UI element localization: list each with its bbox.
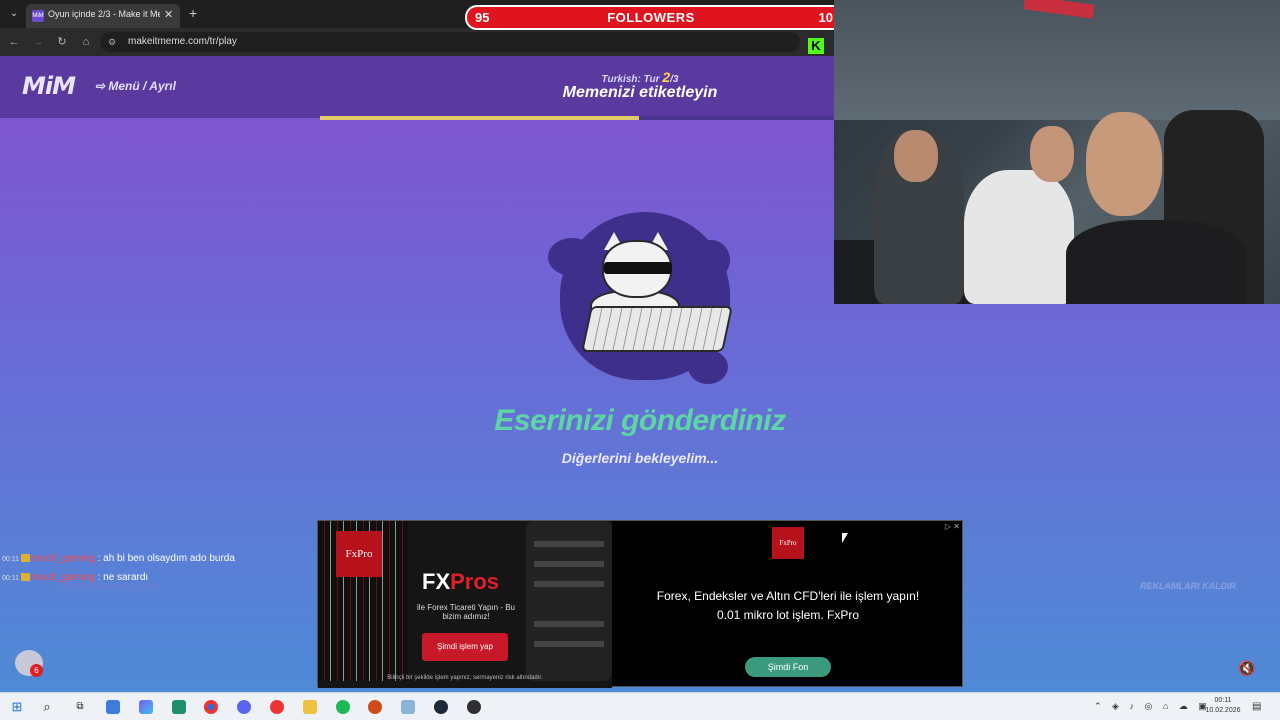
ad-headline-white: FX	[422, 569, 451, 594]
sunglasses-icon	[604, 262, 672, 274]
browser-address-bar: ← → ↻ ⌂ ⚙ makeitmeme.com/tr/play	[0, 28, 834, 56]
chat-badge-icon	[21, 573, 30, 582]
followers-goal: 10	[818, 10, 833, 25]
ad-trade-button[interactable]: Şimdi işlem yap	[422, 633, 508, 661]
notification-icon[interactable]: ▤	[1252, 701, 1261, 712]
ad-close-icon[interactable]: ▷ ✕	[945, 522, 960, 531]
chrome-icon[interactable]	[204, 700, 218, 714]
keyboard-icon	[581, 306, 733, 352]
discord-icon[interactable]	[237, 700, 251, 714]
reload-icon[interactable]: ↻	[54, 34, 70, 50]
steam-icon[interactable]	[434, 700, 448, 714]
store-icon[interactable]	[172, 700, 186, 714]
ad-phone-row	[534, 561, 604, 567]
ad-body-line: 0.01 mikro lot işlem. FxPro	[716, 608, 860, 622]
mim-logo[interactable]: MiM	[22, 72, 76, 100]
ad-fund-button[interactable]: Şimdi Fon	[745, 657, 831, 677]
clock-time: 00:11	[1214, 697, 1232, 704]
system-tray[interactable]: ⌃ ◈ ♪ ◎ ⌂ ☁ ▣	[1094, 701, 1211, 712]
ad-headline-red: Pros	[450, 569, 500, 594]
clock-date: 10.02.2026	[1205, 707, 1241, 714]
round-indicator: Turkish: Tur 2/3	[540, 69, 740, 85]
followers-current: 95	[475, 10, 490, 25]
ad-phone-row	[534, 581, 604, 587]
new-tab-icon[interactable]: +	[189, 5, 197, 21]
chat-time: 00:11	[2, 556, 19, 563]
task-view-icon[interactable]: ⧉	[73, 700, 87, 714]
obs-icon[interactable]	[467, 700, 481, 714]
ad-left-panel[interactable]: FxPro FXPros ile Forex Ticareti Yapın - …	[318, 521, 612, 688]
mouse-cursor-icon	[842, 533, 848, 543]
copilot-icon[interactable]	[139, 700, 153, 714]
taskbar-clock[interactable]: 00:11 10.02.2026	[1200, 696, 1246, 716]
remove-ads-link-left[interactable]: REKLAMLARI KALDIR	[62, 582, 158, 592]
paw-toe	[548, 238, 596, 276]
record-icon[interactable]	[270, 700, 284, 714]
fxpro-logo: FxPro	[336, 531, 382, 577]
unread-badge: 6	[30, 664, 43, 677]
spotify-icon[interactable]	[336, 700, 350, 714]
paw-toe	[688, 350, 728, 384]
followers-title: FOLLOWERS	[607, 10, 695, 25]
advertisement[interactable]: FxPro FXPros ile Forex Ticareti Yapın - …	[317, 520, 963, 688]
url-text: makeitmeme.com/tr/play	[128, 36, 237, 47]
ad-subline: ile Forex Ticareti Yapın - Bu bizim adım…	[417, 603, 515, 621]
phase-title: Memenizi etiketleyin	[562, 84, 718, 101]
round-progress-fill	[320, 116, 639, 120]
ad-phone-row	[534, 541, 604, 547]
ad-phone-row	[534, 621, 604, 627]
webcam-overlay	[834, 0, 1280, 304]
tab-favicon-icon: MiM	[32, 10, 44, 22]
widgets-icon[interactable]	[106, 700, 120, 714]
mute-icon[interactable]: 🔇	[1238, 660, 1255, 677]
submitted-title: Eserinizi gönderdiniz	[494, 404, 786, 437]
tab-title: Oyun içinde 2/3 - Make it Meme	[48, 9, 160, 19]
windows-start-icon[interactable]: ⊞	[10, 700, 24, 714]
browser-tab[interactable]: MiM Oyun içinde 2/3 - Make it Meme ✕	[26, 4, 180, 28]
chat-time: 00:11	[2, 575, 19, 582]
chat-badge-icon	[21, 554, 30, 563]
menu-leave-link[interactable]: ⇨ Menü / Ayrıl	[95, 79, 176, 93]
tab-close-icon[interactable]: ✕	[164, 8, 173, 21]
webcam-person	[1066, 220, 1246, 304]
paw-toe	[692, 240, 730, 280]
followers-goal-bar: FOLLOWERS 95 10	[465, 5, 835, 30]
waiting-subtitle: Diğerlerini bekleyelim...	[561, 450, 719, 466]
ad-headline: FXPros	[422, 569, 499, 595]
app2-icon[interactable]	[401, 700, 415, 714]
site-info-icon[interactable]: ⚙	[108, 36, 120, 48]
home-icon[interactable]: ⌂	[78, 34, 94, 50]
ad-body-line: Forex, Endeksler ve Altın CFD'leri ile i…	[656, 589, 920, 603]
chat-username: muc0_gaming	[32, 553, 95, 564]
webcam-person-head	[1086, 112, 1162, 216]
game-header: MiM ⇨ Menü / Ayrıl Turkish: Tur 2/3 Meme…	[0, 56, 834, 118]
windows-taskbar: ⊞ ⌕ ⧉ ⌃ ◈ ♪ ◎ ⌂ ☁ ▣ 00:11 10.02.2026 ▤	[0, 692, 1280, 720]
app-icon[interactable]	[368, 700, 382, 714]
fxpro-logo-small: FxPro	[772, 527, 804, 559]
search-icon[interactable]: ⌕	[40, 700, 54, 714]
webcam-person	[964, 170, 1074, 304]
webcam-person-head	[894, 130, 938, 182]
round-progress-bar	[320, 116, 834, 120]
round-current: 2	[662, 69, 671, 85]
ad-disclaimer: Bilinçli bir şekilde işlem yapınız; serm…	[387, 675, 543, 681]
chat-text: : ah bi ben olsaydım ado burda	[97, 553, 235, 564]
chat-message: 00:11 muc0_gaming : ah bi ben olsaydım ad…	[2, 553, 235, 564]
remove-ads-link[interactable]: REKLAMLARI KALDIR	[1140, 581, 1236, 591]
url-input[interactable]: ⚙ makeitmeme.com/tr/play	[100, 32, 800, 52]
back-icon[interactable]: ←	[6, 34, 22, 50]
webcam-person-head	[1030, 126, 1074, 182]
kick-logo-icon: K	[808, 38, 824, 54]
forward-icon[interactable]: →	[30, 34, 46, 50]
folder-icon[interactable]	[303, 700, 317, 714]
ad-body: Forex, Endeksler ve Altın CFD'leri ile i…	[638, 587, 938, 625]
tab-list-icon[interactable]: ⌄	[6, 6, 22, 22]
webcam-wall	[834, 0, 1280, 120]
ad-phone-row	[534, 641, 604, 647]
